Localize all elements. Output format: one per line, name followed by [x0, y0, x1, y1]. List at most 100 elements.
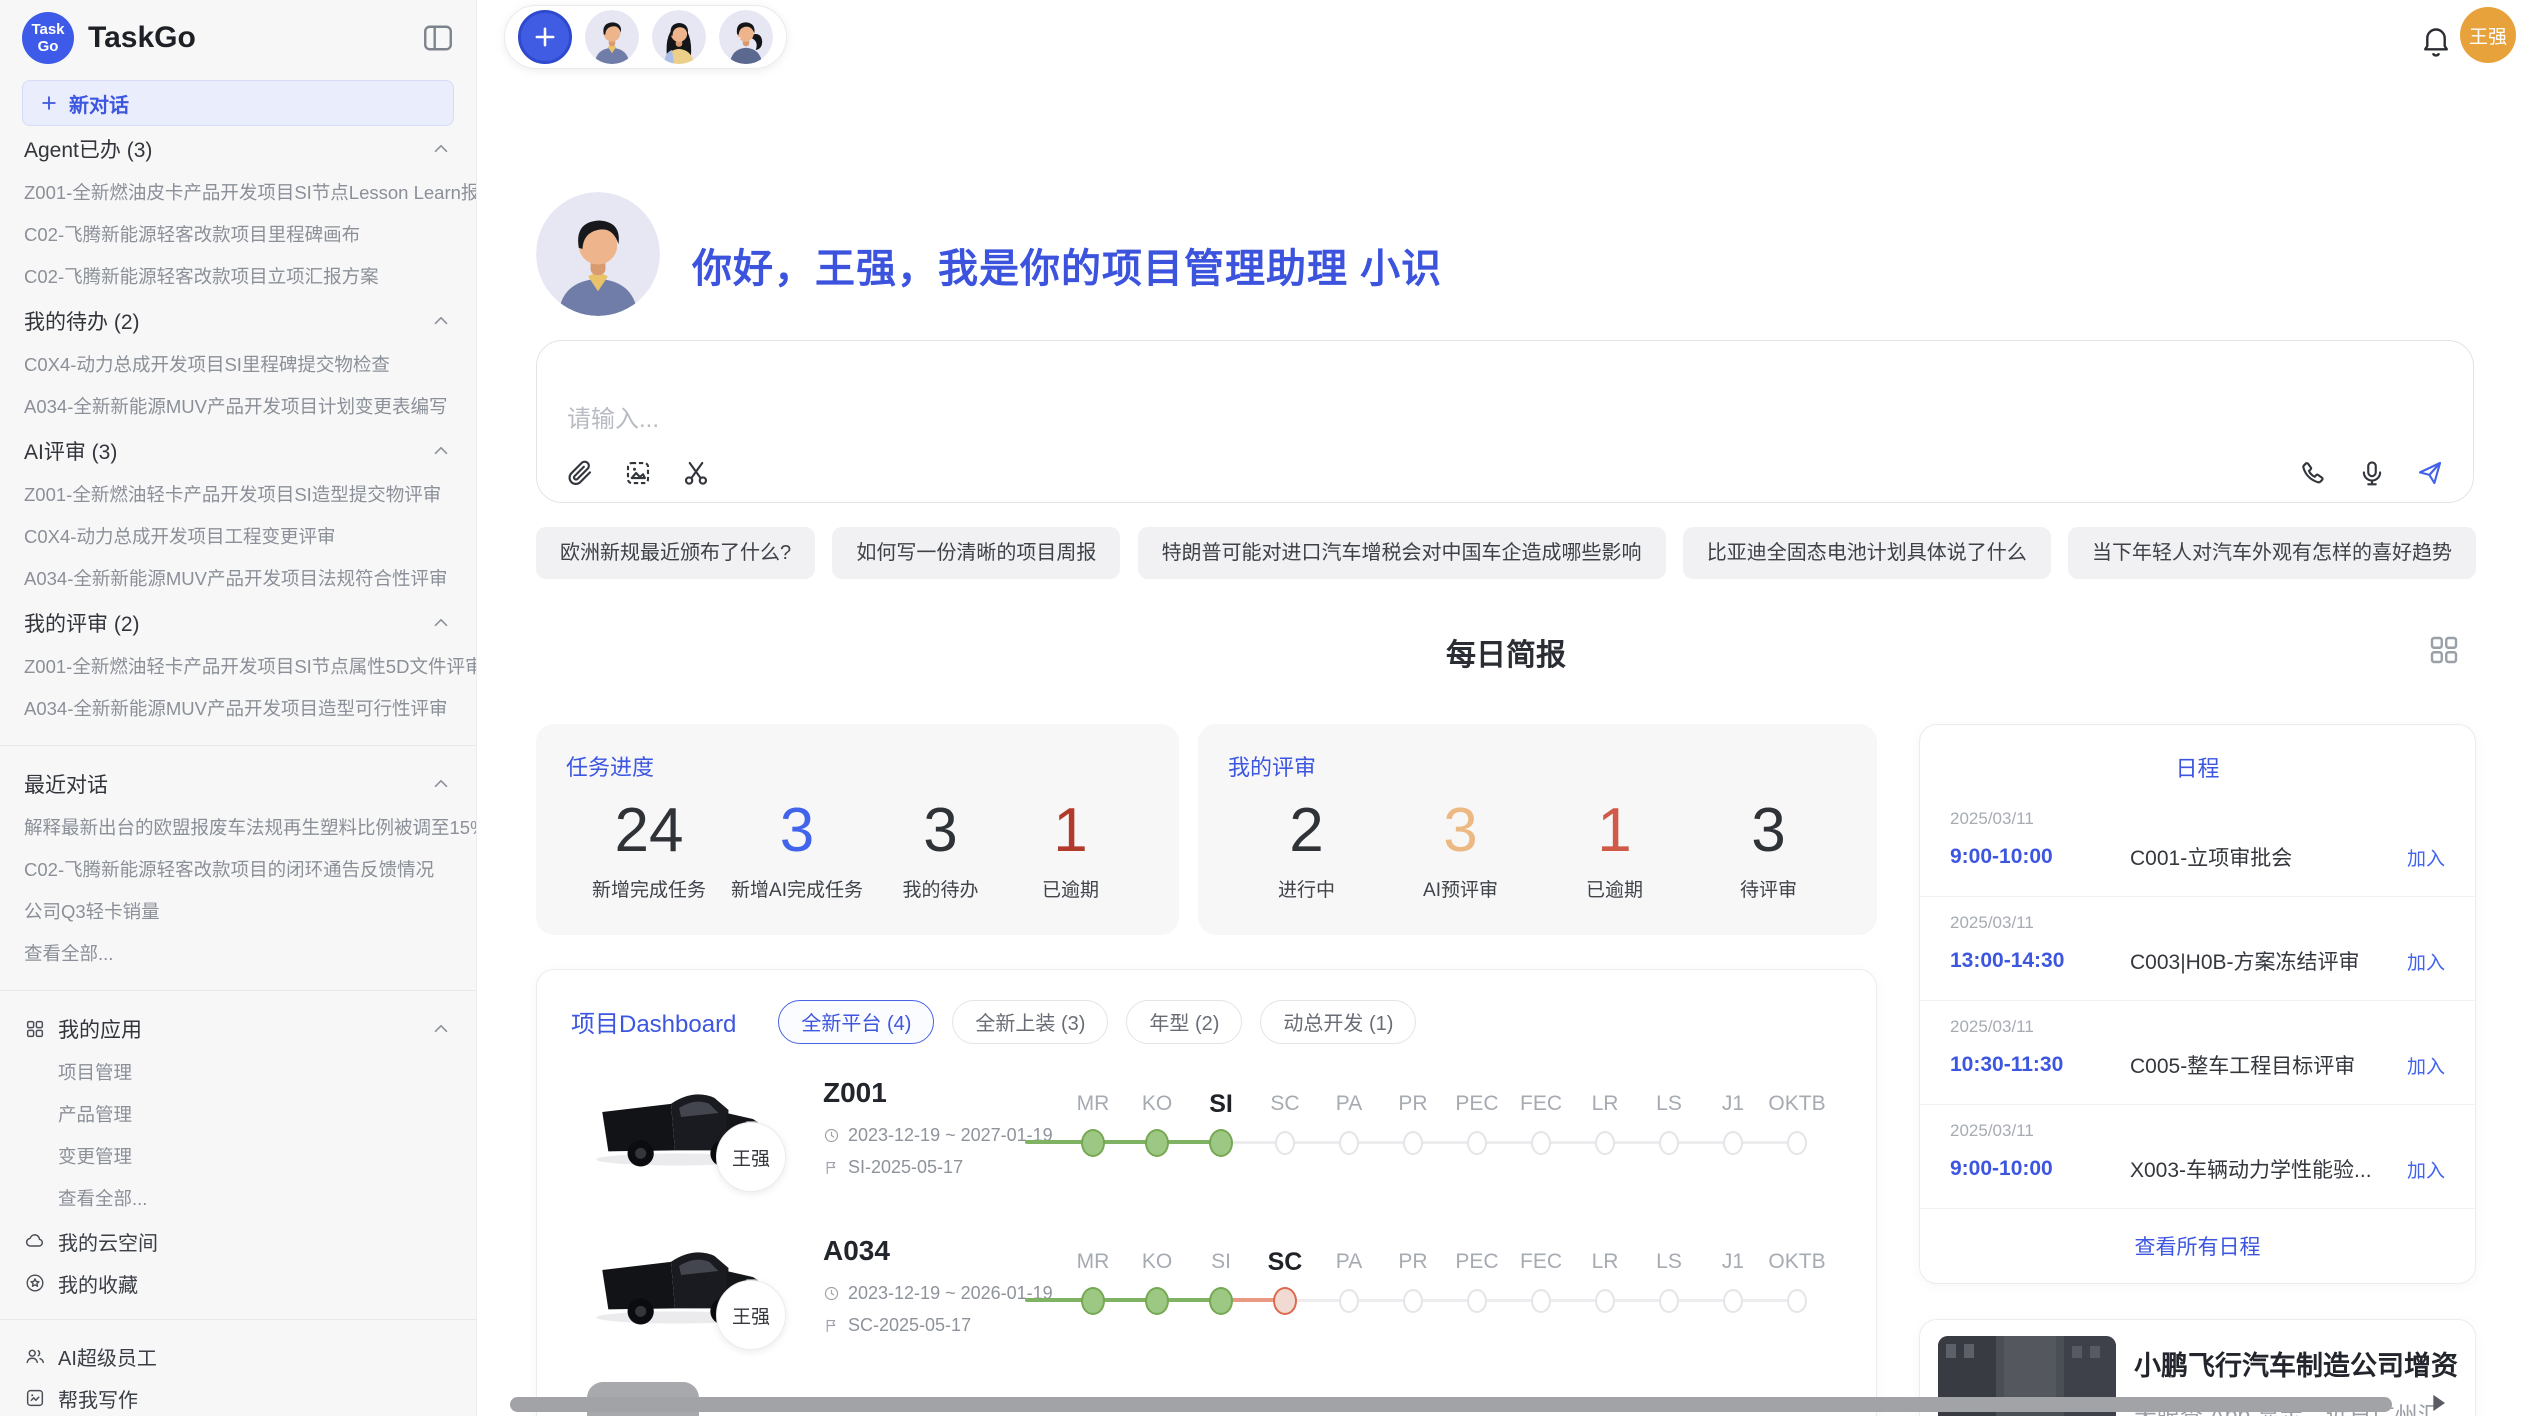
milestone-label: LR — [1592, 1091, 1619, 1117]
sidebar-menu-label: 我的云空间 — [58, 1227, 158, 1256]
sidebar: Task Go TaskGo 新对话 Agent已办 (3) Z001-全新燃油… — [0, 0, 477, 1416]
sidebar-section: 我的待办 (2) C0X4-动力总成开发项目SI里程碑提交物检查A034-全新新… — [0, 298, 476, 428]
sidebar-menu-label: 我的收藏 — [58, 1269, 138, 1298]
join-meeting-link[interactable]: 加入 — [2407, 1156, 2445, 1183]
stat-value: 2 — [1254, 798, 1359, 863]
sidebar-task-item[interactable]: A034-全新新能源MUV产品开发项目计划变更表编写 — [0, 386, 476, 428]
sidebar-task-item[interactable]: C02-飞腾新能源轻客改款项目立项汇报方案 — [0, 256, 476, 298]
sidebar-task-item[interactable]: Z001-全新燃油轻卡产品开发项目SI节点属性5D文件评审 — [0, 646, 476, 688]
sidebar-section-header[interactable]: 我的评审 (2) — [0, 600, 476, 646]
suggestion-chip[interactable]: 欧洲新规最近颁布了什么? — [536, 527, 815, 579]
chat-input[interactable] — [567, 399, 2167, 459]
app-link-item[interactable]: 查看全部... — [0, 1178, 476, 1220]
sidebar-task-item[interactable]: C0X4-动力总成开发项目工程变更评审 — [0, 516, 476, 558]
milestone-label: SC — [1268, 1249, 1303, 1275]
sidebar-menu-item[interactable]: 我的收藏 — [0, 1262, 476, 1304]
notifications-bell-icon[interactable] — [2418, 22, 2454, 58]
recent-section-label: 最近对话 — [24, 769, 108, 799]
schedule-time: 13:00-14:30 — [1950, 949, 2130, 973]
attach-file-icon[interactable] — [563, 456, 597, 490]
milestone-label: PR — [1398, 1249, 1427, 1275]
milestone-label: LS — [1656, 1249, 1682, 1275]
avatar-woman-long-hair[interactable] — [652, 10, 706, 64]
sidebar-task-item[interactable]: C02-飞腾新能源轻客改款项目里程碑画布 — [0, 214, 476, 256]
add-conversation-button[interactable] — [518, 10, 572, 64]
app-link-item[interactable]: 产品管理 — [0, 1094, 476, 1136]
people-icon — [24, 1345, 46, 1367]
schedule-date: 2025/03/11 — [1950, 809, 2445, 829]
project-date-range: 2023-12-19 ~ 2026-01-19 — [823, 1283, 1053, 1304]
app-link-item[interactable]: 变更管理 — [0, 1136, 476, 1178]
app-logo: Task Go — [22, 12, 74, 64]
dashboard-header: 项目Dashboard 全新平台 (4) 全新上装 (3) 年型 (2) 动总开发 (… — [537, 970, 1876, 1051]
suggestion-chip[interactable]: 比亚迪全固态电池计划具体说了什么 — [1683, 527, 2051, 579]
schedule-meeting-title: X003-车辆动力学性能验... — [2130, 1154, 2407, 1184]
recent-conversation-item[interactable]: 公司Q3轻卡销量 — [0, 891, 476, 933]
user-avatar[interactable]: 王强 — [2460, 7, 2516, 63]
new-chat-button[interactable]: 新对话 — [22, 80, 454, 126]
chat-composer — [536, 340, 2474, 503]
agent-avatars — [585, 10, 773, 64]
write-icon — [24, 1387, 46, 1409]
milestone-label: PR — [1398, 1091, 1427, 1117]
avatar-woman-ponytail[interactable] — [719, 10, 773, 64]
stat-label: 待评审 — [1716, 875, 1821, 902]
screenshot-scissors-icon[interactable] — [679, 456, 713, 490]
recent-conversation-item[interactable]: C02-飞腾新能源轻客改款项目的闭环通告反馈情况 — [0, 849, 476, 891]
sidebar-recent-section: 最近对话 解释最新出台的欧盟报废车法规再生塑料比例被调至15%...C02-飞腾… — [0, 761, 476, 975]
my-apps-header[interactable]: 我的应用 — [0, 1006, 476, 1052]
scroll-right-arrow-icon[interactable] — [2424, 1389, 2452, 1416]
milestone-label: FEC — [1520, 1249, 1562, 1275]
view-all-conversations-link[interactable]: 查看全部... — [0, 933, 476, 975]
stat: 1 已逾期 — [1562, 798, 1667, 902]
dashboard-title: 项目Dashboard — [571, 1004, 736, 1039]
sidebar-task-item[interactable]: Z001-全新燃油轻卡产品开发项目SI造型提交物评审 — [0, 474, 476, 516]
sidebar-section-header[interactable]: Agent已办 (3) — [0, 126, 476, 172]
microphone-icon[interactable] — [2355, 456, 2389, 490]
horizontal-scrollbar[interactable] — [500, 1395, 2420, 1414]
dashboard-filter-chip[interactable]: 动总开发 (1) — [1260, 1000, 1416, 1044]
stat: 1 已逾期 — [1018, 798, 1123, 902]
project-row[interactable]: 王强 A034 2023-12-19 ~ 2026-01-19 SC-2025-… — [537, 1209, 1876, 1367]
sidebar-task-item[interactable]: C0X4-动力总成开发项目SI里程碑提交物检查 — [0, 344, 476, 386]
sidebar-task-item[interactable]: A034-全新新能源MUV产品开发项目造型可行性评审 — [0, 688, 476, 730]
dashboard-filter-chip[interactable]: 全新平台 (4) — [778, 1000, 934, 1044]
send-icon[interactable] — [2413, 456, 2447, 490]
plus-icon — [531, 23, 559, 51]
layout-grid-icon[interactable] — [2426, 632, 2462, 668]
suggestion-chip[interactable]: 特朗普可能对进口汽车增税会对中国车企造成哪些影响 — [1138, 527, 1666, 579]
suggestion-chip[interactable]: 如何写一份清晰的项目周报 — [832, 527, 1120, 579]
dashboard-filter-chip[interactable]: 全新上装 (3) — [952, 1000, 1108, 1044]
insert-image-icon[interactable] — [621, 456, 655, 490]
news-title: 小鹏飞行汽车制造公司增资 — [2134, 1344, 2461, 1383]
recent-section-header[interactable]: 最近对话 — [0, 761, 476, 807]
star-badge-icon — [24, 1272, 46, 1294]
scrollbar-thumb[interactable] — [510, 1397, 2392, 1412]
dashboard-filter-chip[interactable]: 年型 (2) — [1126, 1000, 1242, 1044]
divider — [0, 990, 476, 991]
sidebar-task-item[interactable]: A034-全新新能源MUV产品开发项目法规符合性评审 — [0, 558, 476, 600]
join-meeting-link[interactable]: 加入 — [2407, 1052, 2445, 1079]
sidebar-section: Agent已办 (3) Z001-全新燃油皮卡产品开发项目SI节点Lesson … — [0, 126, 476, 298]
sidebar-section-header[interactable]: AI评审 (3) — [0, 428, 476, 474]
join-meeting-link[interactable]: 加入 — [2407, 844, 2445, 871]
sidebar-tool-item[interactable]: AI超级员工 — [0, 1335, 476, 1377]
app-link-item[interactable]: 项目管理 — [0, 1052, 476, 1094]
sidebar-task-item[interactable]: Z001-全新燃油皮卡产品开发项目SI节点Lesson Learn报告 — [0, 172, 476, 214]
join-meeting-link[interactable]: 加入 — [2407, 948, 2445, 975]
suggestion-chip[interactable]: 当下年轻人对汽车外观有怎样的喜好趋势 — [2068, 527, 2476, 579]
chevron-up-icon — [430, 1018, 452, 1040]
sidebar-menu-item[interactable]: 我的云空间 — [0, 1220, 476, 1262]
schedule-date: 2025/03/11 — [1950, 913, 2445, 933]
sidebar-tool-item[interactable]: 帮我写作 — [0, 1377, 476, 1416]
view-all-schedule-link[interactable]: 查看所有日程 — [1920, 1231, 2475, 1261]
schedule-meeting-title: C001-立项审批会 — [2130, 842, 2407, 872]
sidebar-collapse-button[interactable] — [420, 20, 456, 56]
voice-call-icon[interactable] — [2297, 456, 2331, 490]
conversation-avatar-pill — [504, 5, 787, 69]
avatar-man[interactable] — [585, 10, 639, 64]
recent-conversation-item[interactable]: 解释最新出台的欧盟报废车法规再生塑料比例被调至15%... — [0, 807, 476, 849]
sidebar-section-header[interactable]: 我的待办 (2) — [0, 298, 476, 344]
project-row[interactable]: 王强 Z001 2023-12-19 ~ 2027-01-19 SI-2025-… — [537, 1051, 1876, 1209]
milestone-dot — [1531, 1131, 1551, 1155]
